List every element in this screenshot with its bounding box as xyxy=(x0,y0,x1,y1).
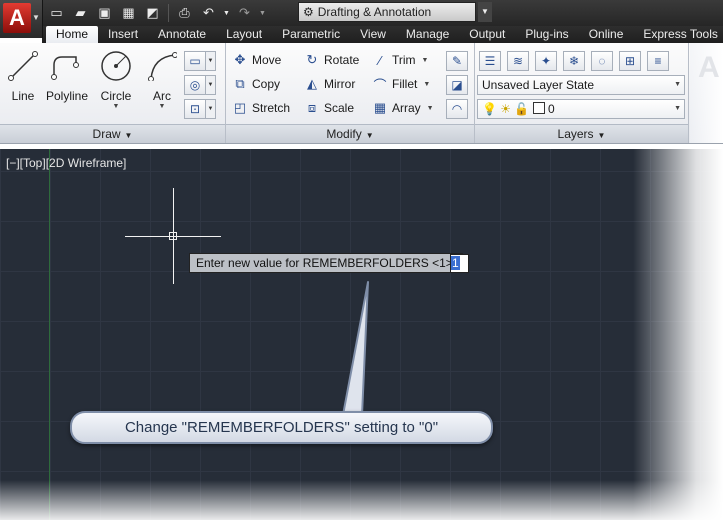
app-logo-icon: A xyxy=(3,3,31,33)
instruction-callout: Change "REMEMBERFOLDERS" setting to "0" xyxy=(70,411,493,444)
chevron-down-icon: ▼ xyxy=(32,13,40,22)
application-menu-button[interactable]: A ▼ xyxy=(0,0,43,38)
